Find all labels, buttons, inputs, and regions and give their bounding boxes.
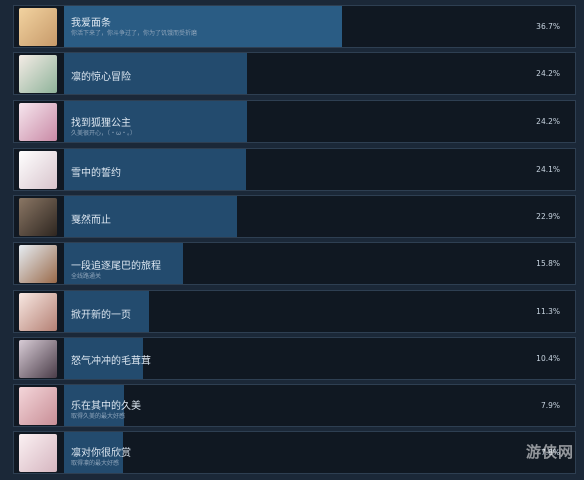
achievement-percent: 24.1%	[536, 165, 560, 174]
achievement-thumbnail	[19, 387, 57, 425]
achievement-percent: 11.3%	[536, 307, 560, 316]
achievement-row[interactable]: 凛的惊心冒险 24.2%	[13, 52, 576, 95]
achievement-thumbnail	[19, 434, 57, 472]
achievement-thumbnail	[19, 293, 57, 331]
achievement-thumbnail	[19, 151, 57, 189]
site-watermark: 游侠网	[525, 443, 574, 461]
achievement-title: 找到狐狸公主	[71, 118, 131, 129]
achievement-description: 取得凛的最大好感	[71, 460, 120, 467]
achievement-thumbnail	[19, 340, 57, 378]
achievement-thumbnail	[19, 55, 57, 93]
achievement-row[interactable]: 找到狐狸公主 久美很开心，（・ω・。） 24.2%	[13, 100, 576, 143]
achievement-percent: 24.2%	[536, 69, 560, 78]
achievement-title: 我爱面条	[71, 18, 111, 29]
achievement-title: 戛然而止	[71, 215, 111, 226]
achievement-percent: 22.9%	[536, 212, 560, 221]
achievement-thumbnail	[19, 103, 57, 141]
achievement-description: 全线路通关	[71, 273, 102, 280]
achievement-thumbnail	[19, 8, 57, 46]
achievement-percent: 24.2%	[536, 117, 560, 126]
achievement-row[interactable]: 凛对你很欣赏 取得凛的最大好感 7.8%	[13, 431, 576, 474]
achievement-description: 取得久美的最大好感	[71, 413, 126, 420]
achievement-row[interactable]: 掀开新的一页 11.3%	[13, 290, 576, 333]
achievement-percent: 15.8%	[536, 259, 560, 268]
achievement-row[interactable]: 戛然而止 22.9%	[13, 195, 576, 238]
achievement-title: 一段追逐尾巴的旅程	[71, 261, 161, 272]
achievement-row[interactable]: 乐在其中的久美 取得久美的最大好感 7.9%	[13, 384, 576, 427]
achievement-title: 凛的惊心冒险	[71, 72, 131, 83]
achievement-thumbnail	[19, 198, 57, 236]
achievement-title: 掀开新的一页	[71, 310, 131, 321]
achievement-description: 久美很开心，（・ω・。）	[71, 130, 137, 137]
achievement-description: 你活下来了，你斗争过了，你为了饥饿而受折磨	[71, 30, 198, 37]
achievement-thumbnail	[19, 245, 57, 283]
achievement-percent: 7.9%	[540, 401, 560, 410]
achievement-title: 怒气冲冲的毛茸茸	[71, 356, 151, 367]
achievement-row[interactable]: 我爱面条 你活下来了，你斗争过了，你为了饥饿而受折磨 36.7%	[13, 5, 576, 48]
achievement-percent: 36.7%	[536, 22, 560, 31]
achievement-percent: 10.4%	[536, 354, 560, 363]
achievement-row[interactable]: 雪中的誓约 24.1%	[13, 148, 576, 191]
achievement-row[interactable]: 一段追逐尾巴的旅程 全线路通关 15.8%	[13, 242, 576, 285]
achievement-title: 凛对你很欣赏	[71, 448, 131, 459]
achievement-title: 乐在其中的久美	[71, 401, 141, 412]
achievement-row[interactable]: 怒气冲冲的毛茸茸 10.4%	[13, 337, 576, 380]
achievement-title: 雪中的誓约	[71, 168, 121, 179]
